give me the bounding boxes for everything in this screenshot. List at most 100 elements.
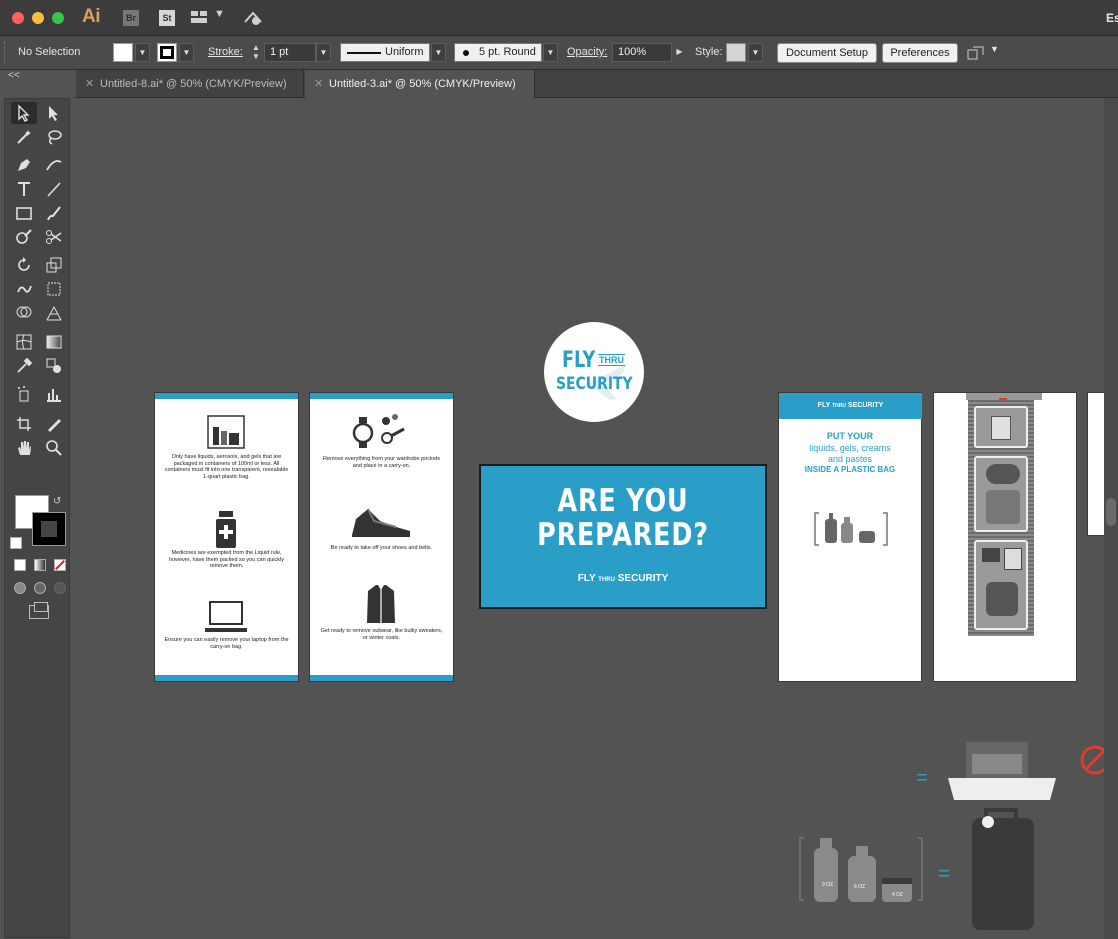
- gpu-performance-icon[interactable]: [243, 10, 263, 26]
- stroke-profile-dropdown[interactable]: ▼: [431, 43, 446, 62]
- search-field-label[interactable]: Es: [1106, 11, 1118, 25]
- curvature-tool-icon[interactable]: [41, 154, 67, 176]
- swap-fill-stroke-icon[interactable]: ↺: [53, 496, 61, 507]
- scale-tool-icon[interactable]: [41, 254, 67, 276]
- stroke-weight-dropdown[interactable]: ▼: [316, 43, 331, 62]
- panel3-header: FLY THRU SECURITY: [779, 393, 922, 419]
- lasso-tool-icon[interactable]: [41, 126, 67, 148]
- chevron-down-icon[interactable]: ▼: [214, 8, 225, 20]
- stroke-label[interactable]: Stroke:: [208, 46, 243, 58]
- default-fill-stroke-icon[interactable]: [10, 537, 22, 549]
- artboard-tool-icon[interactable]: [11, 413, 37, 435]
- preferences-button[interactable]: Preferences: [882, 43, 958, 63]
- direct-selection-tool-icon[interactable]: [41, 102, 67, 124]
- stroke-color-swatch[interactable]: [32, 512, 66, 546]
- scrollbar-thumb[interactable]: [1106, 498, 1116, 526]
- liquids-row-icon: [799, 837, 923, 902]
- shape-builder-tool-icon[interactable]: [11, 302, 37, 324]
- close-window-button[interactable]: [12, 12, 24, 24]
- artboard-panel-2[interactable]: Remove everything from your wardrobe poc…: [309, 392, 454, 682]
- slice-tool-icon[interactable]: [41, 413, 67, 435]
- artboard-panel-3[interactable]: FLY THRU SECURITY PUT YOUR liquids, gels…: [778, 392, 922, 682]
- minimize-window-button[interactable]: [32, 12, 44, 24]
- brush-definition-field[interactable]: 5 pt. Round: [454, 43, 542, 62]
- symbol-sprayer-tool-icon[interactable]: [11, 383, 37, 405]
- draw-inside-icon[interactable]: [54, 582, 66, 594]
- zoom-tool-icon[interactable]: [41, 437, 67, 459]
- column-graph-tool-icon[interactable]: [41, 383, 67, 405]
- shaper-tool-icon[interactable]: [11, 226, 37, 248]
- app-logo: Ai: [82, 6, 101, 27]
- selection-tool-icon[interactable]: [11, 102, 37, 124]
- vertical-scrollbar[interactable]: [1104, 98, 1118, 939]
- artboard-canvas[interactable]: Only have liquids, aerosols, and gels th…: [76, 98, 1104, 939]
- bridge-button[interactable]: Br: [123, 10, 139, 26]
- arrange-documents-icon[interactable]: [191, 11, 207, 23]
- fly-thru-security-logo[interactable]: FLY THRU SECURITY: [544, 322, 644, 422]
- svg-text:=: =: [938, 863, 950, 885]
- screen-mode-icon[interactable]: [29, 602, 49, 619]
- fill-swatch[interactable]: [113, 43, 133, 62]
- perspective-grid-tool-icon[interactable]: [41, 302, 67, 324]
- type-tool-icon[interactable]: [11, 178, 37, 200]
- artboard-panel-5[interactable]: [1087, 392, 1104, 536]
- brush-definition-label: 5 pt. Round: [479, 46, 536, 58]
- draw-normal-icon[interactable]: [14, 582, 26, 594]
- are-you-prepared-banner[interactable]: ARE YOU PREPARED? FLY THRU SECURITY: [479, 464, 767, 609]
- close-tab-icon[interactable]: ✕: [85, 70, 94, 98]
- artboard-panel-1[interactable]: Only have liquids, aerosols, and gels th…: [154, 392, 299, 682]
- maximize-window-button[interactable]: [52, 12, 64, 24]
- eyedropper-tool-icon[interactable]: [11, 355, 37, 377]
- opacity-chevron-icon[interactable]: ▶: [672, 43, 687, 62]
- banner-title-line-1: ARE YOU: [557, 483, 689, 519]
- style-swatch[interactable]: [726, 43, 746, 62]
- opacity-field[interactable]: 100%: [612, 43, 672, 62]
- close-tab-icon[interactable]: ✕: [314, 70, 323, 98]
- panel-grip[interactable]: [4, 42, 8, 64]
- panel1-text-1: Only have liquids, aerosols, and gels th…: [164, 454, 289, 480]
- pen-tool-icon[interactable]: [11, 154, 37, 176]
- panel3-header-thru: THRU: [832, 403, 846, 409]
- arrange-icon[interactable]: [967, 45, 985, 61]
- collapse-panel-button[interactable]: <<: [8, 70, 20, 81]
- brush-dropdown[interactable]: ▼: [543, 43, 558, 62]
- magic-wand-tool-icon[interactable]: [11, 126, 37, 148]
- artboard-panel-4[interactable]: [933, 392, 1077, 682]
- paintbrush-tool-icon[interactable]: [41, 202, 67, 224]
- stroke-weight-field[interactable]: 1 pt: [264, 43, 316, 62]
- stock-button[interactable]: St: [159, 10, 175, 26]
- blend-tool-icon[interactable]: [41, 355, 67, 377]
- rotate-tool-icon[interactable]: [11, 254, 37, 276]
- gradient-mode-icon[interactable]: [34, 559, 46, 571]
- line-segment-tool-icon[interactable]: [41, 178, 67, 200]
- chevron-down-icon[interactable]: ▼: [990, 44, 999, 54]
- scissors-tool-icon[interactable]: [41, 226, 67, 248]
- bottle-9oz-label: 9 OZ: [822, 882, 834, 888]
- free-transform-tool-icon[interactable]: [41, 278, 67, 300]
- warp-tool-icon[interactable]: [11, 278, 37, 300]
- none-mode-icon[interactable]: [54, 559, 66, 571]
- stroke-profile-field[interactable]: Uniform: [340, 43, 430, 62]
- top-accent-bar: [155, 393, 298, 399]
- bin-1: [974, 406, 1028, 448]
- banner-brand: FLY THRU SECURITY: [481, 573, 765, 584]
- draw-behind-icon[interactable]: [34, 582, 46, 594]
- fill-dropdown[interactable]: ▼: [135, 43, 150, 62]
- tools-panel: << ↺: [0, 70, 76, 939]
- document-setup-button[interactable]: Document Setup: [777, 43, 877, 63]
- stroke-stepper[interactable]: ▲ ▼: [249, 43, 263, 62]
- style-dropdown[interactable]: ▼: [748, 43, 763, 62]
- mesh-tool-icon[interactable]: [11, 331, 37, 353]
- stroke-dropdown[interactable]: ▼: [179, 43, 194, 62]
- banner-brand-security: SECURITY: [617, 573, 669, 584]
- bin-2: [974, 456, 1028, 532]
- document-tab-active[interactable]: ✕ Untitled-3.ai* @ 50% (CMYK/Preview): [305, 70, 535, 98]
- rectangle-tool-icon[interactable]: [11, 202, 37, 224]
- hand-tool-icon[interactable]: [11, 437, 37, 459]
- document-tab[interactable]: ✕ Untitled-8.ai* @ 50% (CMYK/Preview): [76, 70, 304, 98]
- stroke-swatch[interactable]: [157, 43, 177, 62]
- color-mode-icon[interactable]: [14, 559, 26, 571]
- gradient-tool-icon[interactable]: [41, 331, 67, 353]
- stroke-profile-label: Uniform: [385, 46, 424, 58]
- opacity-label[interactable]: Opacity:: [567, 46, 607, 58]
